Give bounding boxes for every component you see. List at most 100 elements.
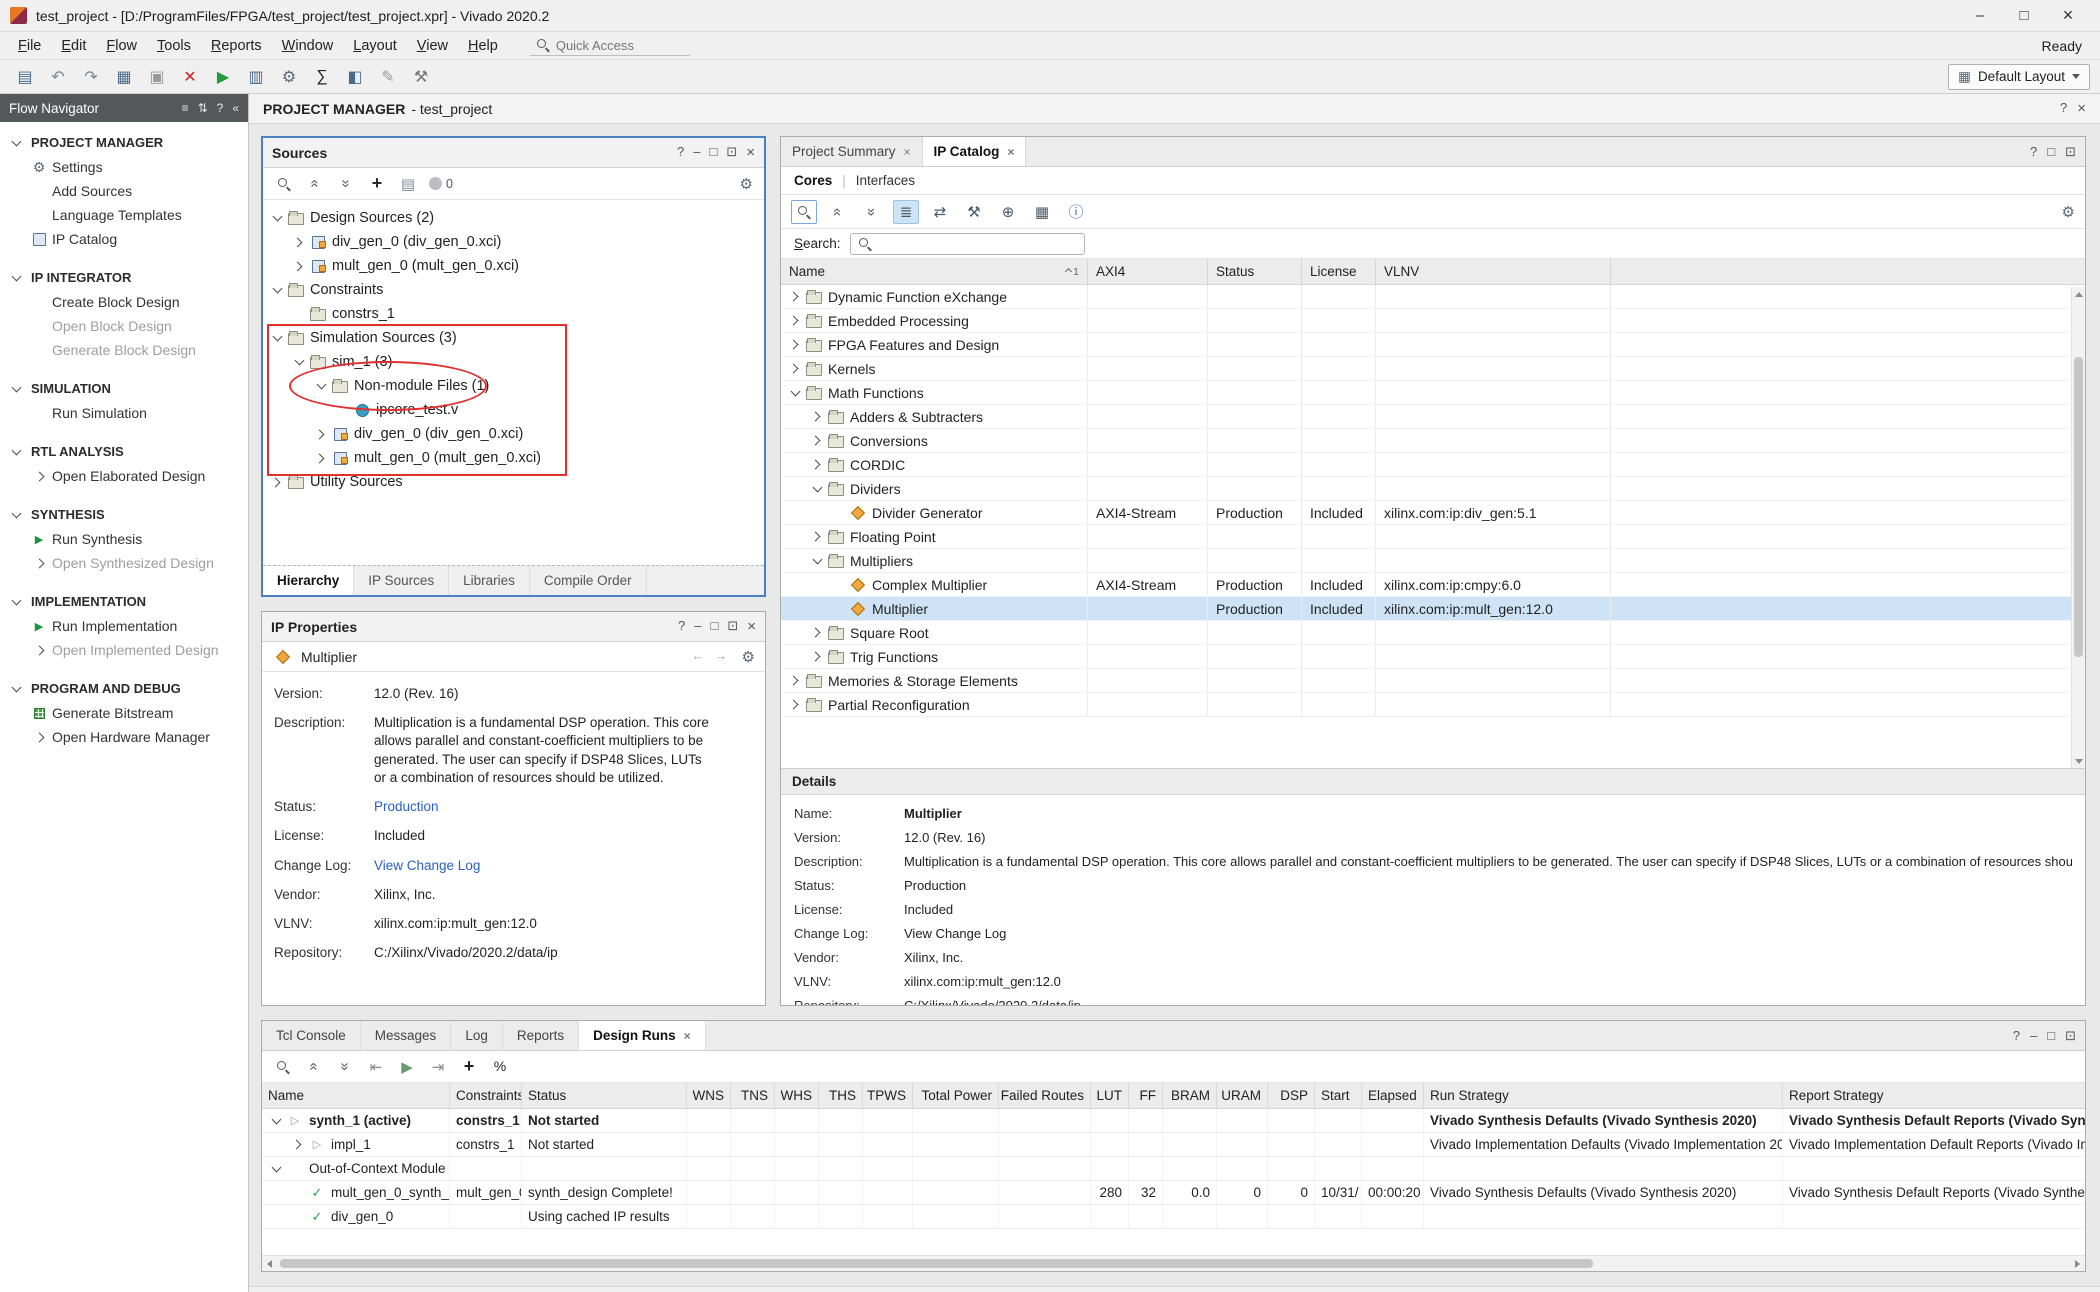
menu-item[interactable]: Tools — [147, 35, 201, 57]
expander-icon[interactable] — [809, 649, 825, 665]
column-header[interactable]: FF — [1129, 1083, 1163, 1108]
flow-navigator-item[interactable]: Run Implementation — [0, 614, 248, 638]
column-header[interactable]: TNS — [731, 1083, 775, 1108]
sum-icon[interactable] — [307, 64, 337, 90]
expander-icon[interactable] — [831, 577, 847, 593]
close-icon[interactable] — [2077, 100, 2086, 117]
minimize-icon[interactable] — [694, 618, 701, 635]
tools-icon[interactable] — [406, 64, 436, 90]
hide-panel-icon[interactable] — [232, 101, 239, 115]
expander-icon[interactable] — [269, 282, 285, 298]
customize-ip-icon[interactable] — [961, 200, 987, 224]
collapse-all-icon[interactable] — [826, 199, 850, 225]
design-run-row[interactable]: mult_gen_0_synth_1 mult_gen_0synth_desig… — [262, 1181, 2085, 1205]
expand-all-icon[interactable] — [860, 199, 884, 225]
design-run-row[interactable]: synth_1 (active) constrs_1Not startedViv… — [262, 1109, 2085, 1133]
help-icon[interactable] — [678, 618, 685, 635]
close-tab-icon[interactable] — [684, 1029, 691, 1043]
expander-icon[interactable] — [291, 354, 307, 370]
help-icon[interactable] — [2060, 100, 2067, 117]
horizontal-scrollbar-thumb[interactable] — [280, 1259, 1593, 1268]
collapse-all-icon[interactable] — [304, 1057, 324, 1077]
column-header[interactable]: Start — [1315, 1083, 1362, 1108]
expander-icon[interactable] — [313, 450, 329, 466]
flow-navigator-item[interactable]: Open Synthesized Design — [0, 551, 248, 575]
column-header-name[interactable]: Name 1 — [781, 259, 1088, 284]
tree-item[interactable]: ipcore_test.v — [263, 398, 764, 422]
catalog-row[interactable]: Dividers — [781, 477, 2085, 501]
sources-view-tab[interactable]: Libraries — [449, 566, 530, 595]
toggle-tree-icon[interactable] — [182, 101, 189, 115]
menu-item[interactable]: Reports — [201, 35, 272, 57]
menu-item[interactable]: View — [407, 35, 458, 57]
layout-selector[interactable]: Default Layout — [1948, 64, 2090, 90]
flow-section-header[interactable]: SYNTHESIS — [0, 502, 248, 527]
catalog-row[interactable]: CORDIC — [781, 453, 2085, 477]
flow-section-header[interactable]: IP INTEGRATOR — [0, 265, 248, 290]
flow-section-header[interactable]: PROJECT MANAGER — [0, 130, 248, 155]
sources-panel-title-bar[interactable]: Sources — [263, 138, 764, 168]
open-file-icon[interactable] — [398, 174, 418, 194]
bottom-tab[interactable]: Log — [451, 1021, 503, 1050]
column-header[interactable]: LUT — [1091, 1083, 1129, 1108]
expander-icon[interactable] — [291, 306, 307, 322]
menu-item[interactable]: Layout — [343, 35, 407, 57]
expander-icon[interactable] — [809, 457, 825, 473]
catalog-row[interactable]: Kernels — [781, 357, 2085, 381]
undo-icon[interactable] — [43, 64, 73, 90]
expander-icon[interactable] — [269, 474, 285, 490]
flow-navigator-item[interactable]: IP Catalog — [0, 227, 248, 251]
help-icon[interactable] — [677, 144, 684, 161]
maximize-icon[interactable] — [2047, 144, 2055, 159]
flow-section-header[interactable]: PROGRAM AND DEBUG — [0, 676, 248, 701]
tree-item[interactable]: Non-module Files (1) — [263, 374, 764, 398]
scroll-left-icon[interactable] — [262, 1257, 277, 1270]
bottom-tab[interactable]: Tcl Console — [262, 1021, 361, 1050]
minimize-icon[interactable] — [693, 144, 700, 161]
scroll-right-icon[interactable] — [2070, 1257, 2085, 1270]
minimize-window-icon[interactable] — [1958, 3, 2002, 29]
column-header[interactable]: WHS — [775, 1083, 819, 1108]
run-icon[interactable] — [208, 64, 238, 90]
column-header[interactable]: DSP — [1268, 1083, 1315, 1108]
catalog-search-box[interactable] — [850, 233, 1085, 255]
expander-icon[interactable] — [809, 625, 825, 641]
tree-item[interactable]: sim_1 (3) — [263, 350, 764, 374]
scroll-down-icon[interactable] — [2072, 754, 2085, 768]
expander-icon[interactable] — [335, 402, 351, 418]
ip-properties-title-bar[interactable]: IP Properties — [262, 612, 765, 642]
close-window-icon[interactable] — [2046, 3, 2090, 29]
flow-section-header[interactable]: RTL ANALYSIS — [0, 439, 248, 464]
expander-icon[interactable] — [787, 313, 803, 329]
catalog-row[interactable]: Dynamic Function eXchange — [781, 285, 2085, 309]
expand-collapse-icon[interactable] — [198, 101, 208, 115]
column-header[interactable]: URAM — [1217, 1083, 1268, 1108]
close-icon[interactable] — [746, 144, 755, 161]
catalog-row[interactable]: Partial Reconfiguration — [781, 693, 2085, 717]
expander-icon[interactable] — [831, 601, 847, 617]
info-icon[interactable] — [1063, 200, 1089, 224]
design-run-row[interactable]: Out-of-Context Module Runs — [262, 1157, 2085, 1181]
bottom-tab[interactable]: Design Runs — [579, 1021, 706, 1050]
sources-view-tab[interactable]: IP Sources — [354, 566, 449, 595]
tree-item[interactable]: Constraints — [263, 278, 764, 302]
minimize-icon[interactable] — [2030, 1028, 2037, 1043]
compare-parts-icon[interactable] — [927, 200, 953, 224]
maximize-icon[interactable] — [709, 144, 717, 161]
help-icon[interactable] — [2013, 1028, 2020, 1043]
redo-icon[interactable] — [76, 64, 106, 90]
settings-gear-icon[interactable] — [274, 64, 304, 90]
back-icon[interactable] — [692, 648, 705, 666]
package-ip-icon[interactable] — [1029, 200, 1055, 224]
design-run-row[interactable]: div_gen_0 Using cached IP results — [262, 1205, 2085, 1229]
launch-run-icon[interactable] — [397, 1057, 417, 1077]
document-tab[interactable]: Project Summary — [781, 137, 923, 166]
create-run-icon[interactable] — [459, 1057, 479, 1077]
column-header[interactable]: BRAM — [1163, 1083, 1217, 1108]
flow-navigator-item[interactable]: Generate Block Design — [0, 338, 248, 362]
column-header-vlnv[interactable]: VLNV — [1376, 259, 1611, 284]
column-header[interactable]: Total Power — [913, 1083, 999, 1108]
quick-access-search[interactable] — [530, 36, 690, 56]
vertical-scrollbar[interactable] — [2071, 287, 2085, 768]
column-header[interactable]: Run Strategy — [1424, 1083, 1783, 1108]
